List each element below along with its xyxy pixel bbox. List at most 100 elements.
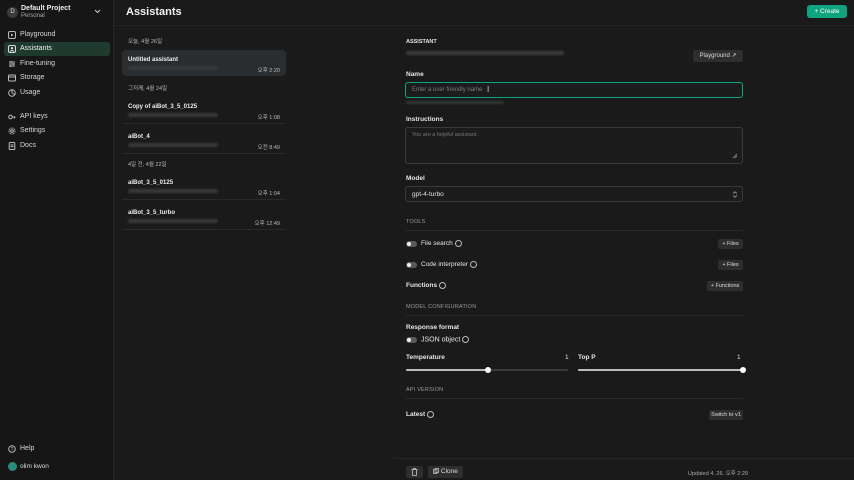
json-object-label: JSON object xyxy=(421,336,470,343)
assistant-name: Untitled assistant xyxy=(128,57,179,63)
model-select[interactable]: gpt-4-turbo xyxy=(405,186,743,202)
top-p-value: 1 xyxy=(737,354,741,361)
project-subtitle: Personal xyxy=(21,13,45,19)
instructions-label: Instructions xyxy=(406,116,444,123)
add-functions-button[interactable]: + Functions xyxy=(707,281,743,291)
temperature-handle[interactable] xyxy=(485,367,491,373)
api-version-label: API VERSION xyxy=(406,387,444,393)
clone-label: Clone xyxy=(440,468,458,475)
divider xyxy=(406,315,743,316)
name-input[interactable]: Enter a user friendly name I xyxy=(405,82,743,98)
sidebar-item-docs[interactable]: Docs xyxy=(4,139,110,153)
code-interpreter-toggle[interactable] xyxy=(406,262,417,268)
date-group-header: 그저께, 4월 24일 xyxy=(128,86,168,92)
sidebar-item-usage[interactable]: Usage xyxy=(4,86,110,100)
help-label: Help xyxy=(20,445,35,452)
instructions-textarea[interactable]: You are a helpful assistant. xyxy=(405,127,743,164)
latest-label: Latest xyxy=(406,411,435,418)
temperature-fill xyxy=(406,369,488,371)
response-format-label: Response format xyxy=(406,324,460,331)
date-group-header: 4일 전, 4월 22일 xyxy=(128,162,167,168)
instructions-placeholder: You are a helpful assistant. xyxy=(412,132,478,138)
top-p-handle[interactable] xyxy=(740,367,746,373)
date-group-header: 오늘, 4월 26일 xyxy=(128,39,163,45)
avatar[interactable] xyxy=(8,462,17,471)
divider xyxy=(406,230,743,231)
sidebar-item-api-keys[interactable]: API keys xyxy=(4,110,110,124)
json-object-toggle[interactable] xyxy=(406,337,417,343)
sidebar-item-storage[interactable]: Storage xyxy=(4,71,110,85)
info-icon xyxy=(439,282,447,289)
info-icon xyxy=(462,336,470,343)
assistant-time: 오전 8:49 xyxy=(257,145,280,151)
temperature-value: 1 xyxy=(565,354,569,361)
file-search-label: File search xyxy=(421,240,462,247)
list-item[interactable]: aiBot_4 오전 8:49 xyxy=(122,127,286,154)
trash-icon xyxy=(411,468,418,476)
text-cursor-icon: I xyxy=(487,85,490,94)
sidebar-item-label: Fine-tuning xyxy=(20,60,56,67)
expand-icon[interactable] xyxy=(732,153,738,159)
page-title: Assistants xyxy=(126,6,182,18)
list-item[interactable]: Untitled assistant 오후 2:20 xyxy=(122,50,286,76)
divider xyxy=(406,398,743,399)
help-icon: ? xyxy=(8,445,16,453)
delete-button[interactable] xyxy=(406,466,423,478)
info-icon xyxy=(427,411,435,418)
switch-version-button[interactable]: Switch to v1 xyxy=(709,410,743,420)
chevron-updown-icon xyxy=(732,191,738,198)
sidebar-item-label: Assistants xyxy=(20,45,52,52)
usage-icon xyxy=(8,89,16,97)
sidebar-item-help[interactable]: ? Help xyxy=(4,442,110,456)
temperature-label: Temperature xyxy=(406,354,445,361)
functions-label: Functions xyxy=(406,282,447,289)
sidebar-item-playground[interactable]: Playground xyxy=(4,28,110,42)
sidebar-item-label: Usage xyxy=(20,89,41,96)
project-avatar: D xyxy=(7,7,18,18)
clone-button[interactable]: Clone xyxy=(428,466,463,478)
sidebar-item-settings[interactable]: Settings xyxy=(4,124,110,138)
user-name[interactable]: olim kwon xyxy=(20,463,49,470)
list-item[interactable]: aiBot_3_5_0125 오후 1:04 xyxy=(122,173,286,200)
add-files-button[interactable]: + Files xyxy=(718,239,743,249)
list-item[interactable]: aiBot_3_5_turbo 오후 12:49 xyxy=(122,203,286,230)
assistant-name: aiBot_3_5_0125 xyxy=(128,180,174,186)
assistant-id-redacted xyxy=(128,143,218,147)
info-icon xyxy=(469,261,477,268)
key-icon xyxy=(8,114,16,120)
model-value: gpt-4-turbo xyxy=(412,191,444,198)
assistant-section-label: ASSISTANT xyxy=(406,39,437,45)
assistant-id-redacted xyxy=(128,219,218,223)
assistant-name: Copy of aiBot_3_5_0125 xyxy=(128,104,198,110)
sidebar-item-label: Settings xyxy=(20,127,46,134)
add-files-button[interactable]: + Files xyxy=(718,260,743,270)
tools-label: TOOLS xyxy=(406,219,426,225)
name-hint-redacted xyxy=(406,101,504,104)
assistant-id-redacted xyxy=(128,189,218,193)
assistant-name: aiBot_3_5_turbo xyxy=(128,210,176,216)
updated-timestamp: Updated 4. 26. 오후 2:29 xyxy=(688,471,748,477)
list-item[interactable]: Copy of aiBot_3_5_0125 오후 1:08 xyxy=(122,97,286,124)
code-interpreter-label: Code interpreter xyxy=(421,261,477,268)
assistant-time: 오후 1:08 xyxy=(257,115,280,121)
assistant-time: 오후 2:20 xyxy=(257,68,280,74)
assistant-id-redacted xyxy=(128,66,218,70)
sidebar-item-label: Playground xyxy=(20,31,56,38)
gear-icon xyxy=(8,127,16,135)
svg-text:?: ? xyxy=(11,447,14,453)
assistant-name: aiBot_4 xyxy=(128,134,150,140)
assistants-icon xyxy=(8,45,16,53)
file-search-toggle[interactable] xyxy=(406,241,417,247)
storage-icon xyxy=(8,74,16,82)
create-button[interactable]: + Create xyxy=(807,5,847,18)
header-divider xyxy=(114,25,854,26)
playground-button[interactable]: Playground ↗ xyxy=(693,50,743,62)
chevron-down-icon[interactable] xyxy=(94,7,101,16)
assistant-id-redacted xyxy=(406,51,564,55)
name-label: Name xyxy=(406,71,424,78)
assistant-time: 오후 12:49 xyxy=(254,221,280,227)
sidebar-item-fine-tuning[interactable]: Fine-tuning xyxy=(4,57,110,71)
sidebar-item-assistants[interactable]: Assistants xyxy=(4,42,110,56)
assistant-id-redacted xyxy=(128,113,218,117)
name-placeholder: Enter a user friendly name xyxy=(412,87,483,93)
